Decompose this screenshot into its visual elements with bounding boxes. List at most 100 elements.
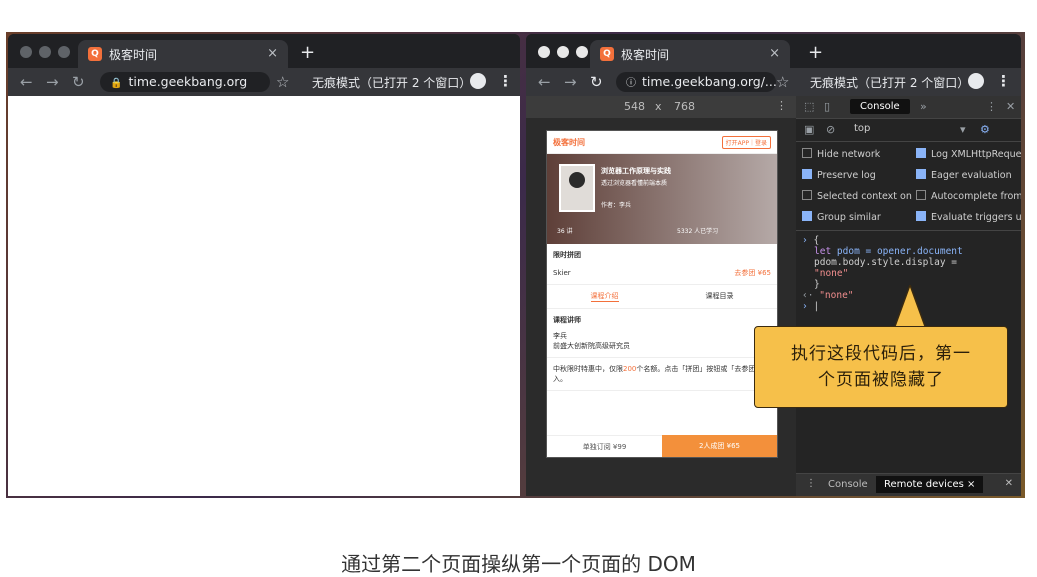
author-portrait [559, 164, 595, 212]
prompt-chevron-icon: › [802, 235, 808, 246]
option-eager-evaluation[interactable]: Eager evaluation [916, 169, 1012, 181]
incognito-icon[interactable] [968, 73, 984, 89]
tab-console[interactable]: Console [850, 99, 910, 114]
incognito-icon[interactable] [470, 73, 486, 89]
device-height[interactable]: 768 [674, 100, 695, 113]
settings-gear-icon[interactable]: ⚙ [980, 123, 990, 136]
promo-count: 200 [623, 365, 637, 373]
back-arrow-icon[interactable]: ← [20, 73, 33, 91]
drawer-menu-icon[interactable]: ⋮ [806, 478, 816, 489]
option-preserve-log[interactable]: Preserve log [802, 169, 876, 181]
group-title: 限时拼团 [553, 251, 581, 259]
menu-kebab-icon[interactable]: ⋮ [996, 72, 1011, 90]
drawer-close-icon[interactable]: ✕ [1005, 478, 1013, 489]
dimension-separator: x [655, 100, 662, 113]
tab-geekbang[interactable]: Q 极客时间 × [590, 40, 790, 68]
drawer-tab-remote-devices[interactable]: Remote devices × [876, 476, 984, 493]
reload-icon[interactable]: ↻ [590, 73, 603, 91]
callout-line-2: 个页面被隐藏了 [818, 370, 944, 390]
console-filter-bar: ▣ ⊘ top ▾ ⚙ [796, 119, 1021, 142]
checkbox-icon[interactable] [802, 190, 812, 200]
code-line: } [814, 279, 820, 290]
promo-text: 中秋限时特惠中，仅限 [553, 365, 623, 373]
devtools-menu-icon[interactable]: ⋮ [986, 100, 997, 113]
console-result: "none" [819, 290, 854, 301]
tab-geekbang[interactable]: Q 极客时间 × [78, 40, 288, 68]
lecturer-heading: 课程讲师 [553, 316, 581, 324]
context-selector[interactable]: top [854, 123, 870, 134]
option-log-xhr[interactable]: Log XMLHttpReque [916, 148, 1021, 160]
address-bar[interactable]: 🔒 time.geekbang.org [100, 72, 270, 92]
option-label: Evaluate triggers us [931, 212, 1021, 223]
option-group-similar[interactable]: Group similar [802, 211, 881, 223]
menu-kebab-icon[interactable]: ⋮ [498, 72, 513, 90]
back-arrow-icon[interactable]: ← [538, 73, 551, 91]
inspect-element-icon[interactable]: ⬚ [804, 100, 814, 113]
group-user: Skier [553, 269, 571, 277]
lecturer-name: 李兵 [553, 332, 567, 340]
buy-group-button[interactable]: 2人成团 ¥65 [662, 435, 777, 457]
device-menu-icon[interactable]: ⋮ [776, 99, 787, 112]
course-title: 浏览器工作原理与实践 [601, 167, 671, 175]
clear-console-icon[interactable]: ⊘ [826, 123, 835, 136]
browser-toolbar: ← → ↻ 🔒 time.geekbang.org ☆ 无痕模式（已打开 2 个窗… [8, 68, 520, 96]
browser-toolbar: ← → ↻ ⓘ time.geekbang.org/... ☆ 无痕模式（已打开 … [526, 68, 1021, 96]
tab-close-icon[interactable]: × [267, 46, 278, 61]
window-controls[interactable] [538, 46, 588, 58]
new-tab-button[interactable]: + [808, 42, 823, 63]
option-autocomplete[interactable]: Autocomplete from h [916, 190, 1021, 202]
device-emulation-panel: 548 x 768 ⋮ 极客时间 打开APP｜登录 浏览器工作原理与实践 透过浏… [526, 96, 796, 496]
site-logo[interactable]: 极客时间 [553, 137, 585, 148]
group-buy-section: 限时拼团 Skier 去参团 ¥65 [547, 244, 777, 285]
tab-close-icon[interactable]: × [769, 46, 780, 61]
reload-icon[interactable]: ↻ [72, 73, 85, 91]
checkbox-icon[interactable] [916, 169, 926, 179]
address-bar[interactable]: ⓘ time.geekbang.org/... [616, 72, 777, 92]
chevron-down-icon[interactable]: ▾ [960, 123, 966, 136]
bookmark-star-icon[interactable]: ☆ [776, 73, 789, 91]
checkbox-icon[interactable] [802, 211, 812, 221]
option-label: Autocomplete from h [931, 191, 1021, 202]
more-tabs-icon[interactable]: » [920, 100, 927, 113]
sidebar-toggle-icon[interactable]: ▣ [804, 123, 814, 136]
tab-course-catalog[interactable]: 课程目录 [706, 291, 734, 302]
device-width[interactable]: 548 [624, 100, 645, 113]
course-stats: 36 讲 5332 人已学习 [557, 226, 767, 235]
browser-window-first: Q 极客时间 × + ← → ↻ 🔒 time.geekbang.org ☆ 无痕… [8, 34, 520, 496]
geekbang-favicon-icon: Q [600, 47, 614, 61]
option-evaluate-triggers[interactable]: Evaluate triggers us [916, 211, 1021, 223]
option-label: Preserve log [817, 170, 876, 181]
devtools-close-icon[interactable]: ✕ [1006, 100, 1015, 113]
device-toggle-icon[interactable]: ▯ [824, 100, 830, 113]
checkbox-icon[interactable] [916, 148, 926, 158]
forward-arrow-icon[interactable]: → [564, 73, 577, 91]
devtools-tabbar: ⬚ ▯ Console » ⋮ ✕ [796, 96, 1021, 119]
option-selected-context[interactable]: Selected context on [802, 190, 912, 202]
option-hide-network[interactable]: Hide network [802, 148, 880, 160]
checkbox-icon[interactable] [802, 148, 812, 158]
option-label: Hide network [817, 149, 881, 160]
buy-single-button[interactable]: 单独订阅 ¥99 [547, 435, 662, 457]
emulated-page: 极客时间 打开APP｜登录 浏览器工作原理与实践 透过浏览器看懂前端本质 作者：… [546, 130, 778, 458]
checkbox-icon[interactable] [916, 190, 926, 200]
browser-window-second: Q 极客时间 × + ← → ↻ ⓘ time.geekbang.org/... … [526, 34, 1021, 496]
window-controls[interactable] [20, 46, 70, 58]
course-subtitle: 透过浏览器看懂前端本质 [601, 180, 668, 187]
page-header: 极客时间 打开APP｜登录 [547, 131, 777, 154]
tab-title: 极客时间 [109, 47, 158, 62]
callout-line-1: 执行这段代码后，第一 [791, 344, 971, 364]
join-group-button[interactable]: 去参团 ¥65 [734, 268, 771, 278]
course-tabs: 课程介绍 课程目录 [547, 285, 777, 309]
drawer-tab-console[interactable]: Console [828, 479, 868, 490]
code-string: "none" [814, 268, 849, 279]
new-tab-button[interactable]: + [300, 42, 315, 63]
checkbox-icon[interactable] [916, 211, 926, 221]
checkbox-icon[interactable] [802, 169, 812, 179]
text-cursor[interactable]: | [813, 301, 819, 312]
bookmark-star-icon[interactable]: ☆ [276, 73, 289, 91]
blank-page-content [8, 96, 520, 496]
tab-course-intro[interactable]: 课程介绍 [590, 291, 619, 302]
code-expression: = opener.document [859, 246, 963, 257]
open-app-button[interactable]: 打开APP｜登录 [721, 135, 771, 149]
forward-arrow-icon[interactable]: → [46, 73, 59, 91]
